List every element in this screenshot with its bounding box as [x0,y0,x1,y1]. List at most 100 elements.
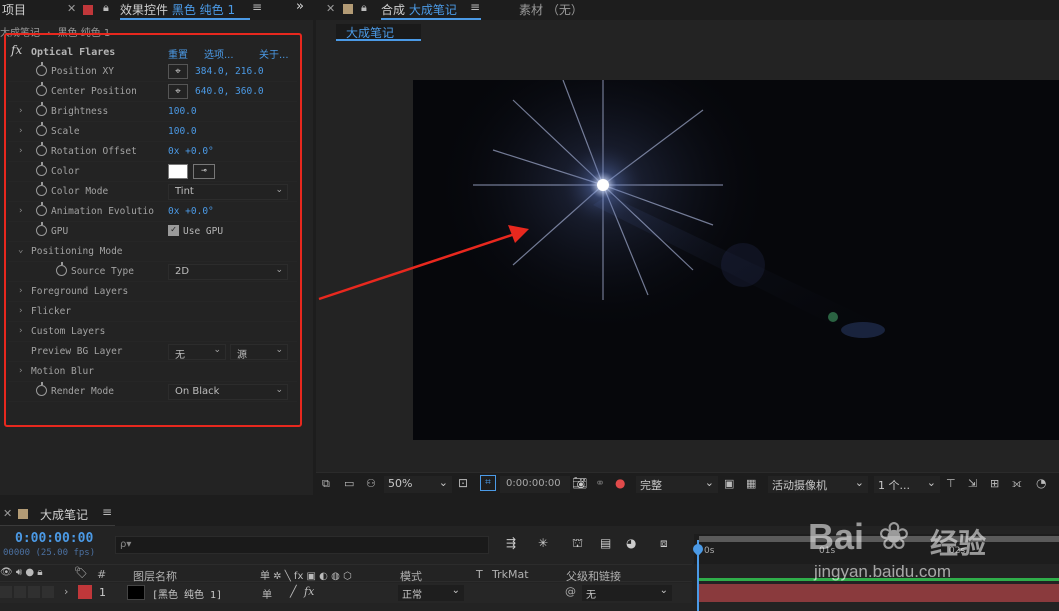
tab-footage[interactable]: 素材 （无） [519,1,583,18]
layer-name[interactable]: [黑色 纯色 1] [152,586,222,601]
col-trkmat: TrkMat [492,568,529,581]
fast-preview-icon[interactable]: ▣ [724,477,734,490]
solo-toggle[interactable] [28,586,40,598]
expand-panels-icon[interactable]: » [296,0,304,14]
annotation-highlight-box [4,33,302,427]
network-icon[interactable]: ⟗ [1012,477,1022,491]
mask-icon[interactable]: ⚇ [366,477,376,490]
reset-exposure-icon[interactable]: ⇲ [968,477,977,490]
color-label-swatch [83,5,93,15]
chevron-right-icon[interactable]: › [64,585,68,598]
dropdown-value: 1 个... [878,479,910,492]
tab-effect-controls-label: 效果控件 [120,3,169,17]
toggle-pixel-icon[interactable]: ⊤ [946,477,956,490]
comp-sub-tab[interactable]: 大成笔记 [336,24,421,41]
av-switches-icons: 👁︎ 🔊︎ ● 🔒︎ [0,567,43,578]
region-of-interest-icon[interactable]: ⧉ [322,477,330,491]
layer-index: 1 [99,586,106,599]
dropdown-value: 正常 [402,590,422,601]
tab-composition-name: 大成笔记 [408,3,457,17]
show-snapshot-icon[interactable]: ⚭ [595,476,605,490]
label-tag-icon: 🏷︎ [74,566,88,579]
lock-icon[interactable]: 🔒︎ [361,1,367,15]
comp-mini-flowchart-icon[interactable]: ⇶ [506,536,516,550]
tab-underline [120,18,250,20]
baidu-watermark: Bai ❀ 经验 jingyan.baidu.com [808,514,1013,586]
watermark-url: jingyan.baidu.com [814,562,952,581]
pickwhip-icon[interactable]: @ [565,585,576,598]
parent-dropdown[interactable]: 无 ⌄ [582,585,672,601]
current-time-display[interactable]: 0:00:00:00 [15,531,93,546]
draft-3d-icon[interactable]: ✳ [538,536,548,550]
annotation-arrow [318,225,529,301]
chevron-down-icon: ⌄ [438,476,448,489]
layer-duration-bar[interactable] [699,584,1059,602]
graph-editor-icon[interactable]: ⧈ [660,536,668,551]
left-panel-tabbar: 项目 ✕ 🔒︎ 效果控件 黑色 纯色 1 ≡ » [0,0,313,20]
col-parent-link: 父级和链接 [566,570,621,583]
col-layer-name[interactable]: 图层名称 [133,568,177,584]
flowchart-icon[interactable]: ⊞ [990,477,999,490]
camera-dropdown[interactable]: 活动摄像机 ⌄ [768,476,868,493]
frame-count: 00000 (25.00 fps) [3,548,96,558]
timeline-tab-underline [0,525,115,526]
transparency-grid-icon[interactable]: ⌗ [480,475,496,491]
motion-blur-icon[interactable]: ◕ [626,536,636,550]
tab-composition[interactable]: 合成 大成笔记 [381,1,457,18]
panel-menu-icon[interactable]: ≡ [470,0,480,14]
collapse-switch-icon[interactable]: 单 [262,586,272,601]
toggle-transparency-icon[interactable]: ▦ [746,477,756,490]
tab-composition-label: 合成 [381,3,406,17]
layer-mode-dropdown[interactable]: 正常 ⌄ [398,585,464,601]
close-icon[interactable]: ✕ [3,507,12,520]
layer-switches-icons: 单 ✲ ╲ fx ▣ ◐ ◍ ⬡ [260,571,352,582]
col-t: T [476,568,483,581]
visibility-toggle[interactable] [0,586,12,598]
resolution-dropdown[interactable]: 完整 ⌄ [636,476,718,493]
watermark-brand-cn: 经验 [930,527,987,560]
left-panel: 项目 ✕ 🔒︎ 效果控件 黑色 纯色 1 ≡ » 大成笔记 · 黑色 纯色 1 … [0,0,313,495]
tab-effect-controls[interactable]: 效果控件 黑色 纯色 1 [120,1,235,18]
effect-switch-icon[interactable]: fx [304,585,314,598]
fit-icon[interactable]: ⊡ [458,476,468,490]
quality-switch-icon[interactable]: ╱ [290,585,297,598]
dropdown-value: 活动摄像机 [772,479,827,492]
audio-toggle[interactable] [14,586,26,598]
timecode-display[interactable]: 0:00:00:00 [500,476,570,493]
lock-toggle[interactable] [42,586,54,598]
zoom-dropdown[interactable]: 50% ⌄ [384,476,452,493]
dropdown-value: 无 [586,590,596,601]
timeline-search-input[interactable]: ρ▾ [115,536,489,554]
frame-blending-icon[interactable]: ▤ [600,536,611,550]
chevron-down-icon: ⌄ [854,476,864,489]
col-mode: 模式 [400,570,422,583]
tab-timeline-comp[interactable]: 大成笔记 [40,506,88,523]
dropdown-value: 50% [388,477,413,490]
camera-snapshot-icon[interactable]: 📷︎ [572,476,587,490]
layer-thumbnail [127,585,145,600]
panel-menu-icon[interactable]: ≡ [252,0,262,14]
layer-row[interactable]: › 1 [黑色 纯色 1] 单 ╱ fx 正常 ⌄ @ 无 ⌄ [0,583,692,603]
comp-tabbar: ✕ 🔒︎ 合成 大成笔记 ≡ 素材 （无） [316,0,1059,20]
chevron-down-icon: ⌄ [926,476,936,489]
channel-icon[interactable]: ● [615,476,625,490]
shy-layers-icon[interactable]: ⛫ [572,536,583,552]
chevron-down-icon: ⌄ [451,585,460,596]
viewer-toolbar: ⧉ ▭ ⚇ 50% ⌄ ⊡ ⌗ 0:00:00:00 📷︎ ⚭ ● 完整 ⌄ ▣… [316,472,1059,496]
dropdown-value: 完整 [640,479,662,492]
comp-color-swatch [18,509,28,519]
tab-project[interactable]: 项目 [2,1,26,18]
close-icon[interactable]: ✕ [67,2,76,15]
lock-icon[interactable]: 🔒︎ [103,1,109,15]
view-layout-dropdown[interactable]: 1 个... ⌄ [874,476,940,493]
watermark-brand: Bai [808,516,865,557]
layer-columns-header: 👁︎ 🔊︎ ● 🔒︎ 🏷︎ # 图层名称 单 ✲ ╲ fx ▣ ◐ ◍ ⬡ 模式… [0,564,692,584]
paw-icon: ❀ [878,514,910,558]
exposure-icon[interactable]: ◔ [1036,476,1046,490]
layer-label-color[interactable] [78,585,92,599]
monitor-icon[interactable]: ▭ [344,477,354,490]
tab-effect-controls-layer: 黑色 纯色 1 [171,3,236,17]
comp-color-swatch [343,4,353,14]
panel-menu-icon[interactable]: ≡ [102,505,112,519]
close-icon[interactable]: ✕ [326,2,335,15]
